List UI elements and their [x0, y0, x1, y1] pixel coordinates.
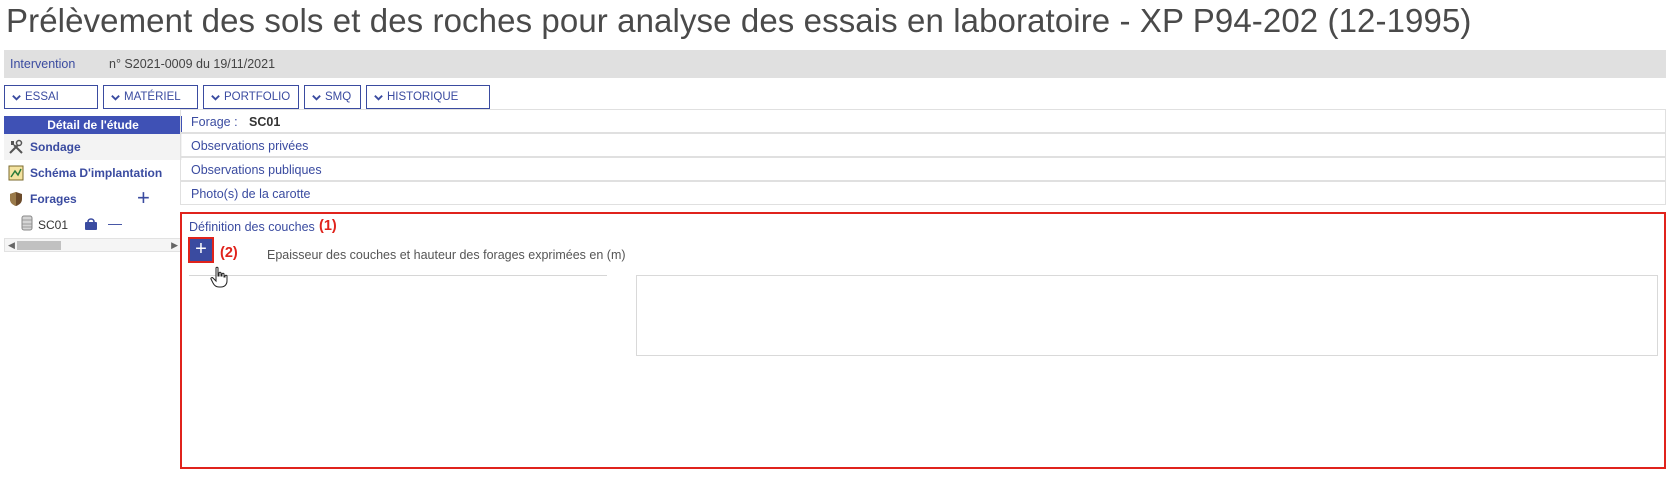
remove-forage-button[interactable]: —: [108, 215, 122, 231]
tools-icon: [9, 139, 23, 154]
hand-cursor-icon: [210, 266, 228, 288]
sidebar-child-label: SC01: [38, 218, 69, 232]
essai-menu-label: ESSAI: [25, 91, 59, 103]
smq-menu-button[interactable]: SMQ: [304, 85, 361, 109]
section-title: Photo(s) de la carotte: [191, 187, 311, 201]
scroll-left-icon[interactable]: ◀: [8, 240, 15, 251]
layers-section-title[interactable]: Définition des couches: [189, 220, 315, 234]
map-icon: [8, 165, 24, 181]
section-observations-privees[interactable]: Observations privées: [180, 133, 1666, 157]
forage-value: SC01: [249, 115, 281, 129]
layers-divider: [189, 275, 607, 276]
essai-menu-button[interactable]: ESSAI: [4, 85, 98, 109]
section-title: Observations publiques: [191, 163, 322, 177]
historique-menu-label: HISTORIQUE: [387, 91, 459, 103]
section-photos-carotte[interactable]: Photo(s) de la carotte: [180, 181, 1666, 205]
sidebar-item-forages[interactable]: Forages +: [4, 186, 182, 212]
annotation-1: (1): [319, 218, 337, 234]
sidebar-item-label: Sondage: [30, 140, 81, 154]
chevron-down-icon: [211, 94, 220, 101]
sidebar-header: Détail de l'étude: [4, 116, 182, 134]
section-title: Observations privées: [191, 139, 309, 153]
chevron-down-icon: [111, 94, 120, 101]
layers-content-area[interactable]: [636, 275, 1658, 356]
forage-label: Forage :: [191, 115, 238, 129]
materiel-menu-button[interactable]: MATÉRIEL: [103, 85, 198, 109]
portfolio-menu-button[interactable]: PORTFOLIO: [203, 85, 299, 109]
forage-panel: Forage : SC01: [180, 109, 1666, 133]
section-observations-publiques[interactable]: Observations publiques: [180, 157, 1666, 181]
chevron-down-icon: [312, 94, 321, 101]
sidebar-item-sondage[interactable]: Sondage: [4, 134, 182, 160]
sidebar-horizontal-scrollbar[interactable]: ◀ ▶: [4, 238, 182, 252]
study-sidebar: Détail de l'étude Sondage Schéma D'impla…: [4, 116, 182, 252]
historique-menu-button[interactable]: HISTORIQUE: [366, 85, 490, 109]
intervention-bar: Intervention n° S2021-0009 du 19/11/2021: [4, 50, 1666, 78]
add-forage-button[interactable]: +: [137, 187, 150, 209]
layers-definition-section: Définition des couches (1) + (2) Epaisse…: [180, 212, 1666, 469]
shield-icon: [10, 192, 22, 206]
sidebar-item-sc01[interactable]: SC01 —: [4, 212, 182, 236]
chevron-down-icon: [374, 94, 383, 101]
intervention-label: Intervention: [10, 57, 76, 71]
page-title: Prélèvement des sols et des roches pour …: [6, 2, 1472, 39]
sidebar-item-label: Schéma D'implantation: [30, 166, 163, 180]
sidebar-item-schema[interactable]: Schéma D'implantation: [4, 160, 182, 186]
smq-menu-label: SMQ: [325, 91, 352, 103]
materiel-menu-label: MATÉRIEL: [124, 91, 181, 103]
chevron-down-icon: [12, 94, 21, 101]
core-sample-icon: [21, 215, 33, 231]
units-note: Epaisseur des couches et hauteur des for…: [267, 248, 626, 262]
sidebar-item-label: Forages: [30, 192, 77, 206]
intervention-value: n° S2021-0009 du 19/11/2021: [109, 57, 276, 71]
bag-icon[interactable]: [84, 217, 98, 231]
add-layer-button[interactable]: +: [188, 237, 214, 263]
annotation-2: (2): [220, 245, 238, 261]
scroll-right-icon[interactable]: ▶: [171, 240, 178, 251]
portfolio-menu-label: PORTFOLIO: [224, 91, 291, 103]
scrollbar-thumb[interactable]: [17, 241, 61, 250]
